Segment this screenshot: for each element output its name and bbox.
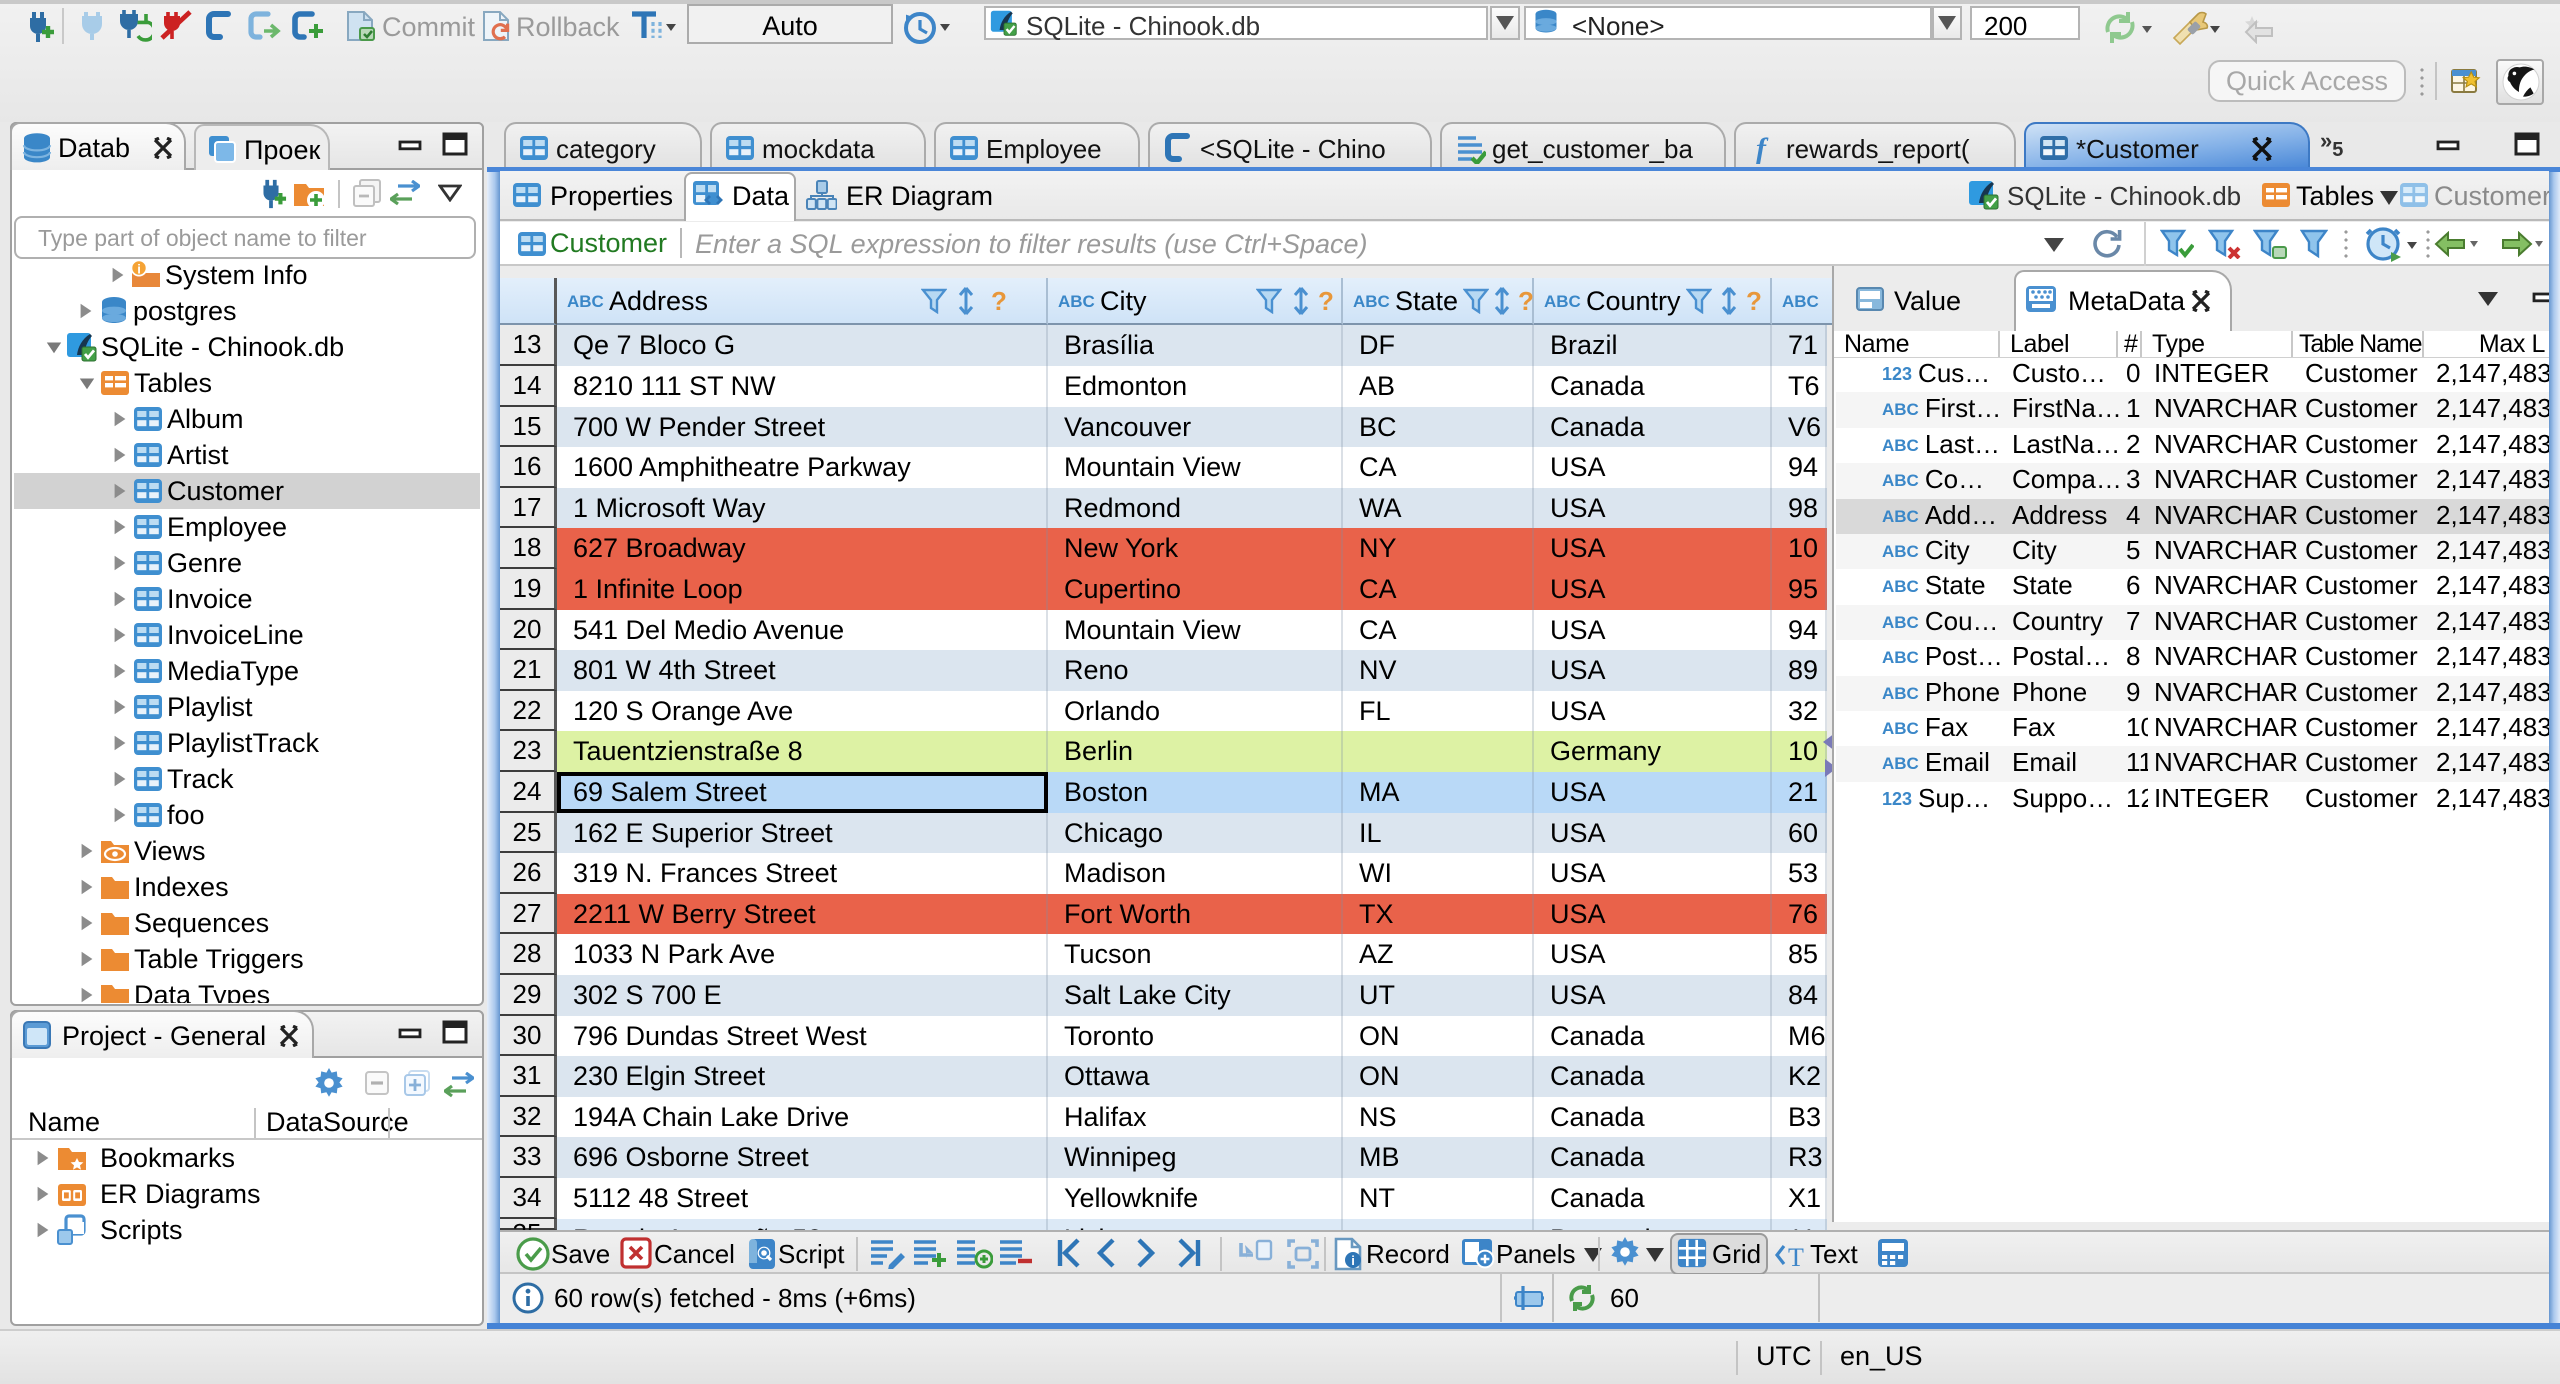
svg-text:i: i: [1351, 1253, 1355, 1268]
svg-text:i: i: [137, 262, 141, 277]
svg-text:T: T: [1788, 1243, 1804, 1268]
svg-text:f: f: [1756, 132, 1769, 164]
